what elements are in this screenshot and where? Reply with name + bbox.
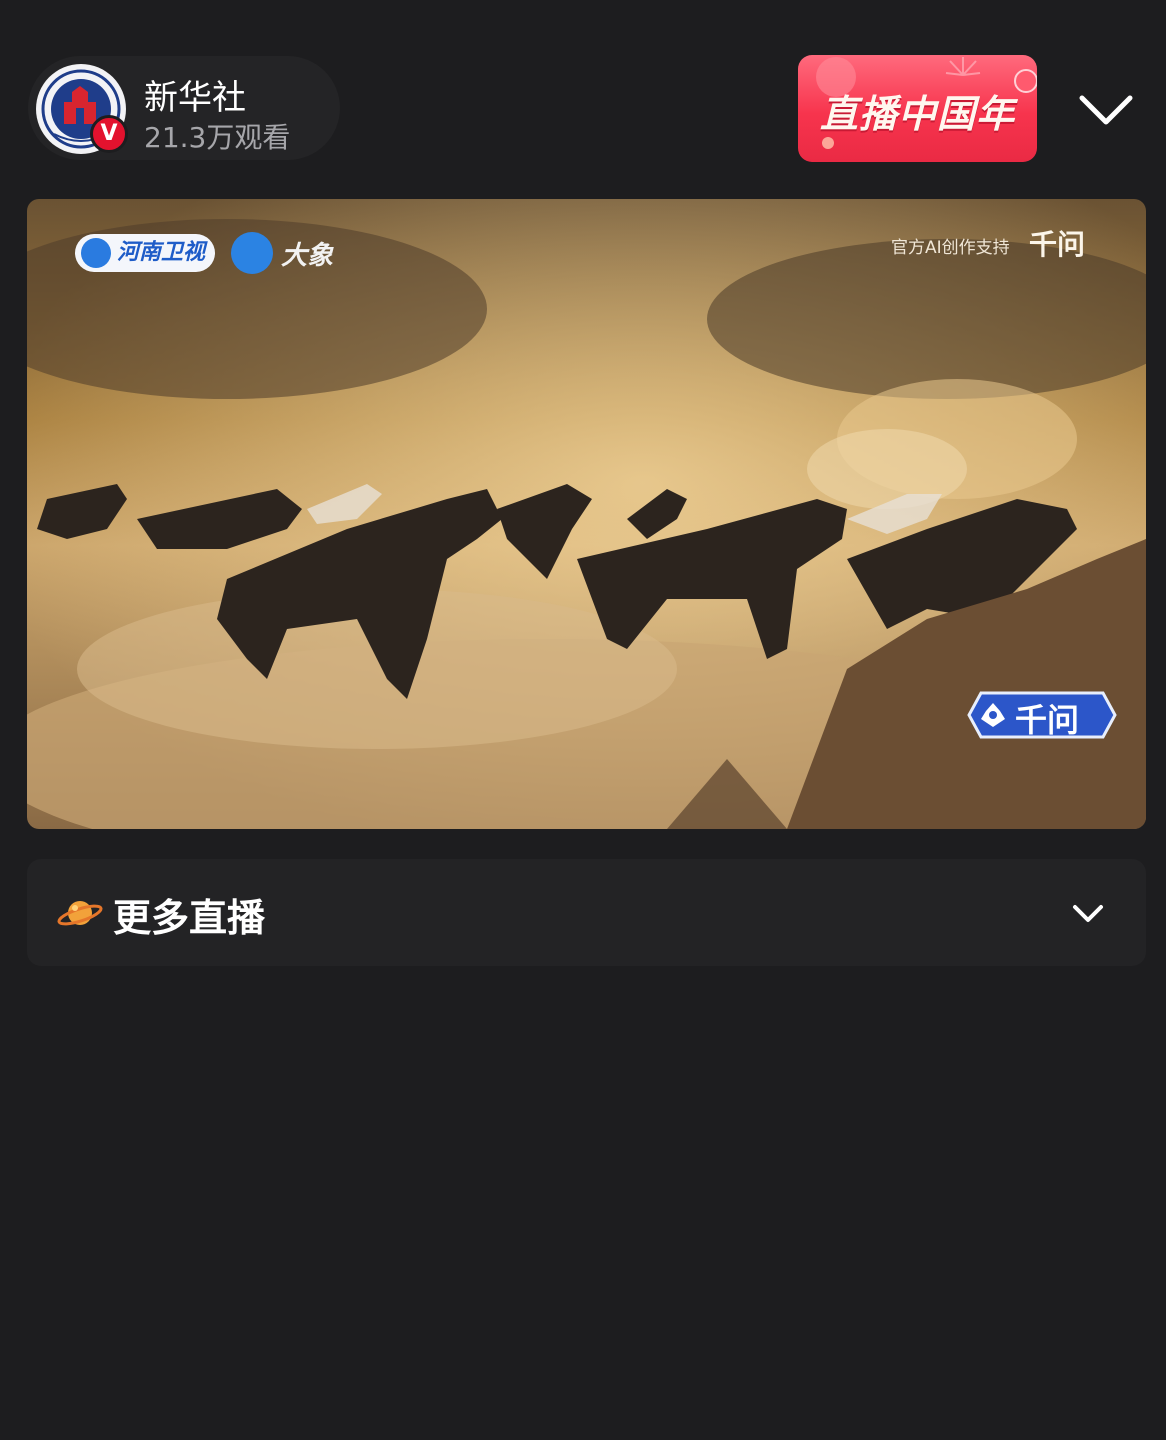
daxiang-logo-icon xyxy=(231,232,273,274)
henan-tv-label: 河南卫视 xyxy=(117,240,206,265)
chevron-down-icon[interactable] xyxy=(1071,899,1105,927)
more-live-section[interactable]: 更多直播 xyxy=(27,859,1146,966)
ai-support-text: 官方AI创作支持 xyxy=(891,238,1010,258)
chevron-down-icon xyxy=(1079,95,1133,125)
viewer-count: 21.3万观看 xyxy=(144,121,291,154)
verified-badge: V xyxy=(90,115,128,153)
channel-name[interactable]: 新华社 xyxy=(144,70,246,119)
daxiang-label: 大象 xyxy=(281,241,334,271)
henan-tv-logo-icon xyxy=(81,238,111,268)
qianwen-watermark: 千问 xyxy=(1029,228,1086,261)
planet-icon xyxy=(57,901,103,926)
qianwen-badge-label: 千问 xyxy=(1015,701,1080,739)
live-video-player[interactable]: 河南卫视 大象 官方AI创作支持 千问 千问 xyxy=(27,199,1146,829)
more-live-label: 更多直播 xyxy=(113,896,266,940)
qianwen-badge: 千问 xyxy=(967,689,1117,741)
live-china-new-year-banner[interactable]: 直播中国年 xyxy=(798,55,1037,162)
banner-title: 直播中国年 xyxy=(819,92,1015,136)
collapse-button[interactable] xyxy=(1070,80,1142,140)
henan-tv-logo: 河南卫视 xyxy=(75,234,215,272)
